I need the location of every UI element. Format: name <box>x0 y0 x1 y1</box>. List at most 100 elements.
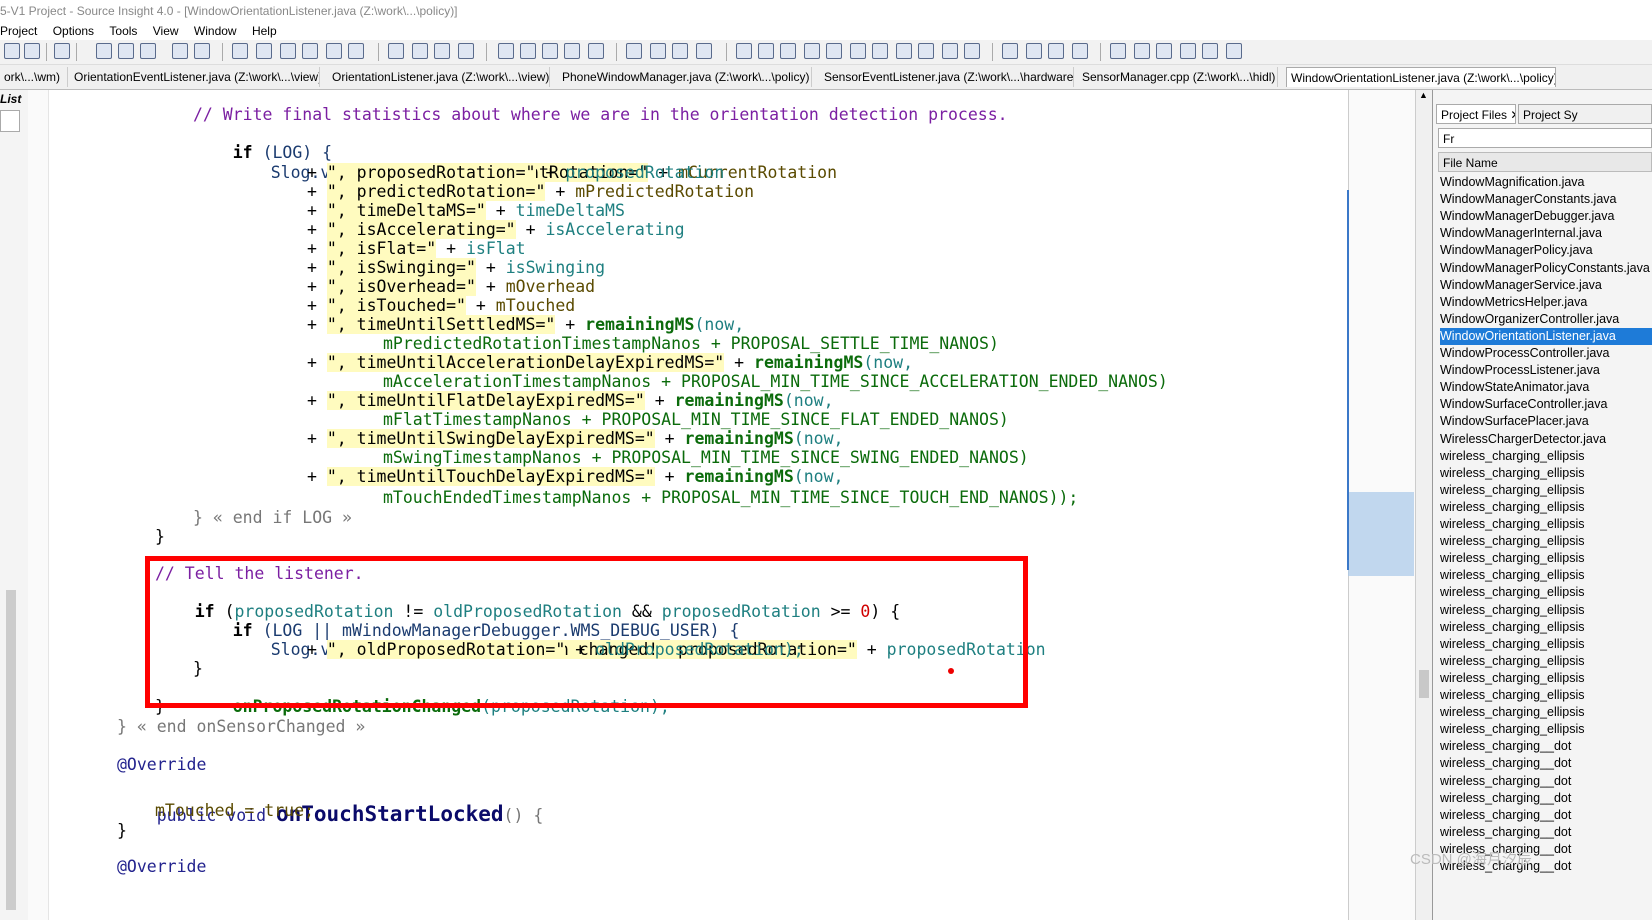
file-list-item[interactable]: wireless_charging__dot <box>1440 790 1652 807</box>
tab-phone-window-manager[interactable]: PhoneWindowManager.java (Z:\work\...\pol… <box>558 67 812 87</box>
lookup-icon[interactable] <box>564 43 580 59</box>
file-list-item[interactable]: wireless_charging_ellipsis <box>1440 499 1652 516</box>
save-all-icon[interactable] <box>24 43 40 59</box>
arrow-icon[interactable] <box>918 43 934 59</box>
file-list-item[interactable]: WindowMagnification.java <box>1440 174 1652 191</box>
file-list-item[interactable]: WindowManagerConstants.java <box>1440 191 1652 208</box>
expand-icon[interactable] <box>1002 43 1018 59</box>
clip-icon[interactable] <box>826 43 842 59</box>
paste-icon[interactable] <box>140 43 156 59</box>
menu-view[interactable]: View <box>153 22 179 40</box>
tab-orientation-event-listener[interactable]: OrientationEventListener.java (Z:\work\.… <box>70 67 320 87</box>
search-files-icon[interactable] <box>348 43 364 59</box>
back-icon[interactable] <box>280 43 296 59</box>
references-icon[interactable] <box>588 43 604 59</box>
file-list-item[interactable]: wireless_charging_ellipsis <box>1440 516 1652 533</box>
file-list-item[interactable]: wireless_charging_ellipsis <box>1440 704 1652 721</box>
cut-icon[interactable] <box>96 43 112 59</box>
file-list-item[interactable]: wireless_charging_ellipsis <box>1440 721 1652 738</box>
file-list-item[interactable]: wireless_charging_ellipsis <box>1440 670 1652 687</box>
close-icon[interactable]: ✕ <box>1510 108 1515 122</box>
insert-icon[interactable] <box>1026 43 1042 59</box>
outline-icon[interactable] <box>780 43 796 59</box>
scroll-up-icon[interactable]: ▲ <box>1418 90 1429 102</box>
bookmark-icon[interactable] <box>388 43 404 59</box>
menu-options[interactable]: Options <box>53 22 94 40</box>
list-scrollbar[interactable] <box>6 590 16 910</box>
file-list-item[interactable]: wireless_charging__dot <box>1440 755 1652 772</box>
file-list-item[interactable]: WindowManagerService.java <box>1440 277 1652 294</box>
menu-help[interactable]: Help <box>252 22 277 40</box>
redo-icon[interactable] <box>194 43 210 59</box>
jump-icon[interactable] <box>256 43 272 59</box>
file-list-item[interactable]: WindowSurfacePlacer.java <box>1440 413 1652 430</box>
file-list-item[interactable]: wireless_charging_ellipsis <box>1440 687 1652 704</box>
file-list-item[interactable]: wireless_charging__dot <box>1440 738 1652 755</box>
file-name-column-header[interactable]: File Name <box>1438 152 1652 172</box>
c-icon[interactable] <box>1156 43 1172 59</box>
file-list-item[interactable]: wireless_charging__dot <box>1440 773 1652 790</box>
file-list-item[interactable]: WindowMetricsHelper.java <box>1440 294 1652 311</box>
help-icon[interactable] <box>850 43 866 59</box>
menu-project[interactable]: Project <box>0 22 37 40</box>
file-list-item[interactable]: wireless_charging__dot <box>1440 824 1652 841</box>
menu-tools[interactable]: Tools <box>109 22 137 40</box>
edit-icon[interactable] <box>1226 43 1242 59</box>
menu-window[interactable]: Window <box>194 22 237 40</box>
list-filter-input[interactable] <box>0 110 20 132</box>
b-icon[interactable] <box>1134 43 1150 59</box>
file-list-item[interactable]: WindowManagerPolicy.java <box>1440 242 1652 259</box>
file-list-item[interactable]: wireless_charging_ellipsis <box>1440 602 1652 619</box>
tab-sensor-event-listener[interactable]: SensorEventListener.java (Z:\work\...\ha… <box>820 67 1074 87</box>
symbol-icon[interactable] <box>498 43 514 59</box>
bookmark-list-icon[interactable] <box>458 43 474 59</box>
cascade-icon[interactable] <box>696 43 712 59</box>
file-list-item[interactable]: WindowManagerInternal.java <box>1440 225 1652 242</box>
project-icon[interactable] <box>736 43 752 59</box>
folder-icon[interactable] <box>1202 43 1218 59</box>
file-list-item[interactable]: WindowSurfaceController.java <box>1440 396 1652 413</box>
replace-icon[interactable] <box>326 43 342 59</box>
file-list-item[interactable]: wireless_charging_ellipsis <box>1440 465 1652 482</box>
copy-icon[interactable] <box>118 43 134 59</box>
code-editor[interactable]: // Write final statistics about where we… <box>49 90 1419 920</box>
tab-wm[interactable]: ork\...\wm) <box>0 67 68 87</box>
file-list-item[interactable]: WindowOrganizerController.java <box>1440 311 1652 328</box>
bookmark-next-icon[interactable] <box>412 43 428 59</box>
browse-icon[interactable] <box>232 43 248 59</box>
print-icon[interactable] <box>54 43 70 59</box>
relation-icon[interactable] <box>520 43 536 59</box>
window-icon[interactable] <box>804 43 820 59</box>
a-icon[interactable] <box>1110 43 1126 59</box>
grid-icon[interactable] <box>964 43 980 59</box>
file-list-item[interactable]: wireless_charging_ellipsis <box>1440 584 1652 601</box>
tab-orientation-listener[interactable]: OrientationListener.java (Z:\work\...\vi… <box>328 67 550 87</box>
file-list-item[interactable]: wireless_charging_ellipsis <box>1440 482 1652 499</box>
file-list-item[interactable]: wireless_charging__dot <box>1440 807 1652 824</box>
panel-icon[interactable] <box>872 43 888 59</box>
forward-icon[interactable] <box>302 43 318 59</box>
file-list-item[interactable]: wireless_charging_ellipsis <box>1440 550 1652 567</box>
sync-icon[interactable] <box>758 43 774 59</box>
undo-icon[interactable] <box>172 43 188 59</box>
tab-sensor-manager[interactable]: SensorManager.cpp (Z:\work\...\hidl) <box>1078 67 1278 87</box>
file-list-item[interactable]: wireless_charging_ellipsis <box>1440 567 1652 584</box>
tab-project-files[interactable]: Project Files ✕ <box>1436 104 1516 124</box>
layout-icon[interactable] <box>626 43 642 59</box>
close-icon[interactable] <box>1072 43 1088 59</box>
tile-icon[interactable] <box>672 43 688 59</box>
file-filter-input[interactable]: Fr <box>1438 128 1652 148</box>
file-list-item[interactable]: WindowManagerDebugger.java <box>1440 208 1652 225</box>
house-icon[interactable] <box>896 43 912 59</box>
bookmark-prev-icon[interactable] <box>434 43 450 59</box>
remove-icon[interactable] <box>1048 43 1064 59</box>
file-list-item[interactable]: WindowManagerPolicyConstants.java <box>1440 260 1652 277</box>
file-list-item[interactable]: WindowStateAnimator.java <box>1440 379 1652 396</box>
file-list-item[interactable]: WindowProcessController.java <box>1440 345 1652 362</box>
d-icon[interactable] <box>1180 43 1196 59</box>
file-list-item[interactable]: wireless_charging_ellipsis <box>1440 448 1652 465</box>
file-list-item[interactable]: WindowOrientationListener.java <box>1440 327 1652 345</box>
file-list-item[interactable]: wireless_charging_ellipsis <box>1440 619 1652 636</box>
file-list-item[interactable]: wireless_charging_ellipsis <box>1440 653 1652 670</box>
file-list-item[interactable]: WirelessChargerDetector.java <box>1440 431 1652 448</box>
